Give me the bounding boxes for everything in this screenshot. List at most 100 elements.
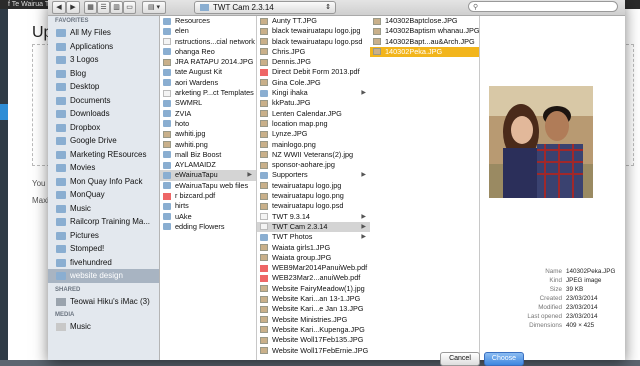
file-row[interactable]: Website Kari...e Jan 13.JPG [257, 304, 370, 314]
path-popup[interactable]: TWT Cam 2.3.14 ⇕ [194, 1, 336, 14]
file-row[interactable]: tewairuatapu logo.png [257, 191, 370, 201]
preview-pane: Name 140302Peka.JPG Kind JPEG image Size 39… [480, 16, 625, 360]
file-row[interactable]: location map.png [257, 119, 370, 129]
folder-icon [56, 272, 66, 280]
sidebar-item[interactable]: Downloads [48, 107, 159, 121]
file-row[interactable]: awhiti.jpg [160, 129, 256, 139]
file-row[interactable]: edding Flowers [160, 222, 256, 232]
file-row[interactable]: ohanga Reo [160, 47, 256, 57]
column-view-icon[interactable]: ▥ [110, 1, 123, 14]
file-row[interactable]: Waiata girls1.JPG [257, 243, 370, 253]
icon-view-icon[interactable]: ▦ [84, 1, 97, 14]
file-row[interactable]: TWT 9.3.14 ▶ [257, 212, 370, 222]
image-icon [163, 130, 171, 138]
file-row[interactable]: 140302Baptism whanau.JPG [370, 26, 479, 36]
sidebar-item[interactable]: Railcorp Training Ma... [48, 215, 159, 229]
file-row[interactable]: mall Biz Boost [160, 150, 256, 160]
search-input[interactable]: ⚲ [468, 1, 618, 12]
file-row[interactable]: Gina Cole.JPG [257, 78, 370, 88]
sidebar-item-shared[interactable]: Teowai Hiku's iMac (3) [48, 295, 159, 309]
image-icon [260, 79, 268, 87]
sidebar-item[interactable]: fivehundred [48, 256, 159, 270]
pdf-icon [260, 68, 268, 76]
file-row[interactable]: elen [160, 26, 256, 36]
folder-icon [163, 17, 171, 25]
arrange-button[interactable]: ▤ ▾ [142, 1, 166, 14]
file-row[interactable]: TWT Photos ▶ [257, 232, 370, 242]
file-row[interactable]: nstructions...cial network [160, 37, 256, 47]
file-row[interactable]: eWairuaTapu ▶ [160, 170, 256, 181]
choose-button[interactable]: Choose [484, 352, 524, 366]
file-row[interactable]: Website Kari...Kupenga.JPG [257, 325, 370, 335]
file-row[interactable]: NZ WWII Veterans(2).jpg [257, 150, 370, 160]
file-row[interactable]: aori Wardens [160, 78, 256, 88]
file-row[interactable]: Website Woll17Feb135.JPG [257, 335, 370, 345]
back-button[interactable]: ◀ [52, 1, 66, 14]
file-row[interactable]: Waiata group.JPG [257, 253, 370, 263]
file-row[interactable]: 140302Baptclose.JPG [370, 16, 479, 26]
file-open-dialog: ◀ ▶ ▦ ☰ ▥ ▭ ▤ ▾ TWT Cam 2.3.14 ⇕ ⚲ FAVOR… [48, 0, 625, 360]
file-row[interactable]: Website Woll17FebErnie.JPG [257, 346, 370, 356]
sidebar-item[interactable]: Google Drive [48, 134, 159, 148]
file-row[interactable]: 140302Bapt...au&Arch.JPG [370, 37, 479, 47]
file-row[interactable]: Chris.JPG [257, 47, 370, 57]
list-view-icon[interactable]: ☰ [97, 1, 110, 14]
file-row[interactable]: black tewairuatapu logo.jpg [257, 26, 370, 36]
file-row[interactable]: SWMRL [160, 98, 256, 108]
file-name: JRA RATAPU 2014.JPG [175, 57, 254, 67]
file-row[interactable]: Supporters ▶ [257, 170, 370, 180]
file-row[interactable]: ZVIA [160, 109, 256, 119]
file-row[interactable]: kkPatu.JPG [257, 98, 370, 108]
forward-button[interactable]: ▶ [66, 1, 80, 14]
sidebar-item[interactable]: Stomped! [48, 242, 159, 256]
sidebar-item[interactable]: Documents [48, 94, 159, 108]
sidebar-item[interactable]: Blog [48, 67, 159, 81]
file-row[interactable]: Resources [160, 16, 256, 26]
file-row[interactable]: black tewairuatapu logo.psd [257, 37, 370, 47]
file-name: hirts [175, 201, 189, 211]
file-row[interactable]: Website Kari...an 13-1.JPG [257, 294, 370, 304]
file-row[interactable]: WEB9Mar2014PanuiWeb.pdf [257, 263, 370, 273]
file-row[interactable]: arketing P...ct Templates [160, 88, 256, 98]
sidebar-item[interactable]: Pictures [48, 229, 159, 243]
file-row[interactable]: sponsor-aohare.jpg [257, 160, 370, 170]
file-row[interactable]: Dennis.JPG [257, 57, 370, 67]
file-row[interactable]: tewairuatapu logo.psd [257, 201, 370, 211]
file-row[interactable]: JRA RATAPU 2014.JPG [160, 57, 256, 67]
file-row[interactable]: r bizcard.pdf [160, 191, 256, 201]
sidebar-item[interactable]: MonQuay [48, 188, 159, 202]
file-row[interactable]: eWairuaTapu web files [160, 181, 256, 191]
sidebar-item[interactable]: Marketing REsources [48, 148, 159, 162]
sidebar-item[interactable]: Music [48, 202, 159, 216]
file-row[interactable]: awhiti.png [160, 140, 256, 150]
sidebar-item-label: Marketing REsources [70, 149, 147, 159]
file-row[interactable]: hirts [160, 201, 256, 211]
sidebar-item-media[interactable]: Music [48, 320, 159, 334]
sidebar-item[interactable]: Applications [48, 40, 159, 54]
file-row[interactable]: WEB23Mar2...anuiWeb.pdf [257, 273, 370, 283]
file-row[interactable]: TWT Cam 2.3.14 ▶ [257, 221, 370, 233]
file-row[interactable]: hoto [160, 119, 256, 129]
file-row[interactable]: Direct Debit Form 2013.pdf [257, 67, 370, 77]
file-row[interactable]: AYLAMAIDZ [160, 160, 256, 170]
file-row[interactable]: Lynze.JPG [257, 129, 370, 139]
file-row[interactable]: tate August Kit [160, 67, 256, 77]
sidebar-item[interactable]: 3 Logos [48, 53, 159, 67]
file-row[interactable]: Kingi ihaka ▶ [257, 88, 370, 98]
cancel-button[interactable]: Cancel [440, 352, 480, 366]
cover-flow-icon[interactable]: ▭ [123, 1, 136, 14]
sidebar-item[interactable]: Desktop [48, 80, 159, 94]
file-row[interactable]: Website FairyMeadow(1).jpg [257, 284, 370, 294]
file-row[interactable]: Aunty TT.JPG [257, 16, 370, 26]
sidebar-item[interactable]: Movies [48, 161, 159, 175]
file-row[interactable]: tewairuatapu logo.jpg [257, 181, 370, 191]
sidebar-item[interactable]: All My Files [48, 26, 159, 40]
file-row[interactable]: Lenten Calendar.JPG [257, 109, 370, 119]
sidebar-item[interactable]: website design [48, 269, 159, 283]
sidebar-item[interactable]: Mon Quay Info Pack [48, 175, 159, 189]
file-row[interactable]: 140302Peka.JPG [370, 46, 479, 58]
file-row[interactable]: uAke [160, 212, 256, 222]
sidebar-item[interactable]: Dropbox [48, 121, 159, 135]
file-row[interactable]: mainlogo.png [257, 140, 370, 150]
file-row[interactable]: Website Ministries.JPG [257, 315, 370, 325]
